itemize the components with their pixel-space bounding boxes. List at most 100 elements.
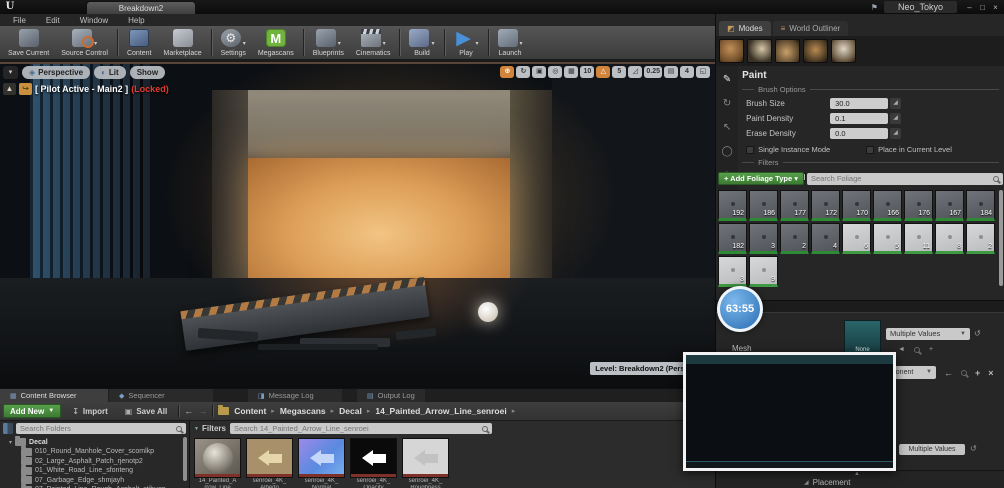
viewport-tool-icon[interactable]: ◎ [548, 66, 562, 78]
menu-edit[interactable]: Edit [37, 16, 69, 25]
foliage-type-tile[interactable]: 2 [780, 223, 809, 254]
search-folders-box[interactable] [16, 423, 186, 434]
paint-tool-button[interactable]: ✎ [719, 72, 735, 87]
breadcrumb-item[interactable]: Content [234, 406, 266, 416]
forward-arrow-button[interactable]: → [198, 406, 207, 416]
toolbar-blueprints-button[interactable]: ▾Blueprints [307, 27, 350, 58]
tree-scrollbar[interactable] [183, 437, 187, 481]
foliage-mode-thumbnail[interactable] [775, 39, 800, 63]
single-instance-mode-checkbox[interactable]: Single Instance Mode [746, 145, 866, 154]
reset-property-icon[interactable]: ↺ [970, 444, 977, 453]
viewport-tool-icon[interactable]: ◿ [628, 66, 642, 78]
toolbar-cinematics-button[interactable]: ▾Cinematics [350, 27, 397, 58]
paint-tool-button[interactable]: ◯ [719, 144, 735, 159]
toolbar-save-current-button[interactable]: Save Current [2, 27, 55, 58]
save-all-button[interactable]: ▣Save All [119, 407, 173, 416]
foliage-type-tile[interactable]: 167 [935, 190, 964, 221]
foliage-type-tile[interactable]: 170 [842, 190, 871, 221]
foliage-type-tile[interactable]: 9 [749, 256, 778, 287]
foliage-type-tile[interactable]: 184 [966, 190, 995, 221]
viewport-snap-value[interactable]: 5 [612, 66, 626, 78]
browse-asset-icon[interactable] [914, 347, 920, 353]
asset-item[interactable]: senroei_4K_Albedo [246, 438, 293, 488]
reset-property-icon[interactable]: ↺ [974, 329, 981, 338]
maximize-button[interactable]: □ [976, 3, 989, 12]
foliage-type-tile[interactable]: 2 [966, 223, 995, 254]
pilot-camera-icon[interactable]: ↪ [19, 83, 32, 95]
breadcrumb-item[interactable]: Megascans [280, 406, 326, 416]
toolbar-source-control-button[interactable]: ▾Source Control [55, 27, 114, 58]
viewport-options-dropdown[interactable]: ▾ [3, 66, 18, 79]
foliage-type-tile[interactable]: 182 [718, 223, 747, 254]
use-selected-icon[interactable]: ◄ [898, 346, 905, 353]
foliage-mode-thumbnail[interactable] [747, 39, 772, 63]
foliage-type-tile[interactable]: 5 [873, 223, 902, 254]
tab-message-log[interactable]: ◨Message Log [248, 389, 342, 402]
remove-component-icon[interactable]: × [988, 368, 993, 378]
find-component-icon[interactable] [961, 370, 967, 376]
menu-help[interactable]: Help [119, 16, 153, 25]
viewport-tool-icon[interactable]: ⊕ [500, 66, 514, 78]
toolbar-play-button[interactable]: ▶▾Play [448, 27, 485, 58]
viewport-tool-icon[interactable]: ↻ [516, 66, 530, 78]
tree-item-folder[interactable]: 02_Large_Asphalt_Patch_rjenotp2 [21, 457, 186, 465]
toolbar-launch-button[interactable]: ▾Launch [492, 27, 529, 58]
search-folders-input[interactable] [20, 424, 172, 433]
multiple-values-field[interactable]: Multiple Values [899, 444, 965, 455]
foliage-type-tile[interactable]: 176 [904, 190, 933, 221]
paint-density-input[interactable]: 0.1 [830, 113, 888, 124]
foliage-type-tile[interactable]: 11 [904, 223, 933, 254]
foliage-mode-thumbnail[interactable] [719, 39, 744, 63]
place-in-current-level-checkbox[interactable]: Place in Current Level [866, 145, 986, 154]
view-mode-menu[interactable]: ◐Lit [94, 66, 126, 79]
foliage-type-tile[interactable]: 177 [780, 190, 809, 221]
viewport-tool-icon[interactable]: ▤ [664, 66, 678, 78]
expander-icon[interactable]: ▾ [9, 439, 12, 446]
mesh-thumbnail[interactable]: None [844, 320, 881, 356]
spinner-icon[interactable]: ◢ [890, 128, 901, 139]
toolbar-megascans-button[interactable]: MMegascans [252, 27, 300, 58]
show-menu[interactable]: Show [130, 66, 165, 79]
tab-sequencer[interactable]: ◆Sequencer [109, 389, 213, 402]
asset-item[interactable]: 14_Painted_Arrow_Line [194, 438, 241, 488]
viewport-tool-icon[interactable]: ▣ [532, 66, 546, 78]
paint-tool-button[interactable]: ↻ [719, 96, 735, 111]
tab-world-outliner[interactable]: ≡World Outliner [773, 21, 849, 36]
stop-piloting-button[interactable]: ▲ [3, 83, 16, 95]
tree-item-folder[interactable]: 010_Round_Manhole_Cover_scomlkp [21, 448, 186, 456]
toolbar-content-button[interactable]: Content [121, 27, 158, 58]
back-arrow-icon[interactable]: ← [944, 368, 953, 378]
filters-button[interactable]: Filters [194, 424, 226, 433]
tab-content-browser[interactable]: ▦Content Browser [0, 389, 108, 402]
toolbar-build-button[interactable]: ▾Build [403, 27, 440, 58]
brush-size-input[interactable]: 30.0 [830, 98, 888, 109]
paint-tool-button[interactable]: ↖ [719, 120, 735, 135]
asset-item[interactable]: senroei_4K_Opacity [350, 438, 397, 488]
add-new-button[interactable]: Add New▼ [3, 404, 61, 418]
toolbar-settings-button[interactable]: ⚙▾Settings [215, 27, 252, 58]
viewport-snap-value[interactable]: 10 [580, 66, 594, 78]
search-assets-input[interactable] [234, 424, 478, 433]
foliage-type-tile[interactable]: 6 [842, 223, 871, 254]
asset-item[interactable]: senroei_4K_Roughness [402, 438, 449, 488]
spinner-icon[interactable]: ◢ [890, 98, 901, 109]
back-arrow-button[interactable]: ← [184, 406, 193, 416]
foliage-type-tile[interactable]: 3 [718, 256, 747, 287]
foliage-type-tile[interactable]: 8 [935, 223, 964, 254]
panel-scrollbar[interactable] [999, 190, 1003, 286]
placement-section[interactable]: ▲ Placement [716, 470, 1004, 488]
menu-file[interactable]: File [4, 16, 35, 25]
minimize-button[interactable]: – [963, 3, 976, 12]
viewport-tool-icon[interactable]: △ [596, 66, 610, 78]
foliage-type-tile[interactable]: 4 [811, 223, 840, 254]
asset-item[interactable]: senroei_4K_Normal [298, 438, 345, 488]
foliage-type-tile[interactable]: 192 [718, 190, 747, 221]
breadcrumb-item[interactable]: Decal [339, 406, 362, 416]
tree-item-folder[interactable]: 01_White_Road_Line_sfonteng [21, 467, 186, 475]
tab-modes[interactable]: ◩Modes [719, 21, 771, 36]
mesh-asset-dropdown[interactable]: Multiple Values▼ [886, 328, 970, 340]
tree-item-folder[interactable]: 07_Garbage_Edge_shmjayh [21, 476, 186, 484]
search-assets-box[interactable] [230, 423, 492, 434]
add-asset-icon[interactable]: + [929, 346, 933, 353]
search-foliage-input[interactable] [811, 174, 989, 183]
